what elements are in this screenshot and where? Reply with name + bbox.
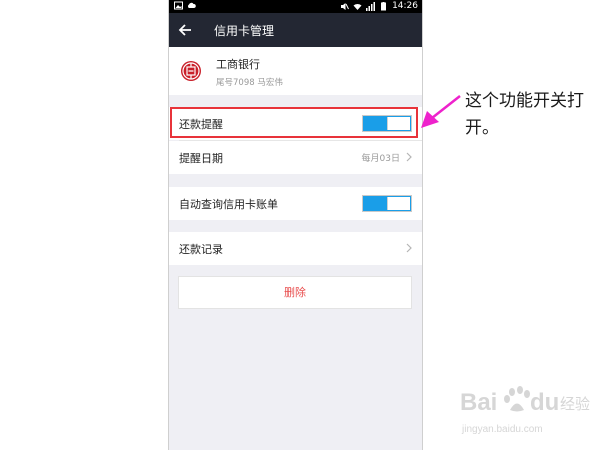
wifi-icon <box>353 3 362 10</box>
reminder-date-label: 提醒日期 <box>179 152 223 165</box>
bank-card-info: 工商银行 尾号7098 马宏伟 <box>169 47 422 95</box>
bank-name: 工商银行 <box>216 58 260 71</box>
toggle-knob <box>387 117 410 130</box>
repayment-records-row[interactable]: 还款记录 <box>169 232 422 265</box>
baidu-jingyan-watermark: Bai du 经验 jingyan.baidu.com <box>460 386 590 435</box>
back-arrow-icon[interactable] <box>178 21 192 39</box>
delete-button[interactable]: 删除 <box>178 276 412 309</box>
repayment-records-label: 还款记录 <box>179 243 223 256</box>
auto-query-row[interactable]: 自动查询信用卡账单 <box>169 187 422 220</box>
annotation-text: 这个功能开关打开。 <box>465 91 584 138</box>
repayment-reminder-label: 还款提醒 <box>179 118 223 131</box>
reminder-date-row[interactable]: 提醒日期 每月03日 <box>169 141 422 174</box>
icbc-logo-icon <box>181 61 201 81</box>
repayment-reminder-toggle[interactable] <box>362 115 412 132</box>
page-title: 信用卡管理 <box>214 24 275 38</box>
repayment-reminder-row[interactable]: 还款提醒 <box>169 107 422 140</box>
annotation-arrow-icon <box>421 95 461 128</box>
auto-query-label: 自动查询信用卡账单 <box>179 198 278 211</box>
card-detail: 尾号7098 马宏伟 <box>216 78 283 88</box>
auto-query-toggle[interactable] <box>362 195 412 212</box>
title-bar: 信用卡管理 <box>169 13 422 47</box>
signal-icon <box>366 1 376 11</box>
watermark-url: jingyan.baidu.com <box>461 424 543 435</box>
status-bar: 14:26 <box>169 0 422 13</box>
chevron-right-icon <box>406 152 412 162</box>
reminder-date-value: 每月03日 <box>361 154 400 164</box>
mute-icon <box>341 2 350 10</box>
battery-icon <box>381 1 387 10</box>
toggle-knob <box>387 197 410 210</box>
svg-text:经验: 经验 <box>560 395 590 413</box>
svg-text:Bai: Bai <box>460 389 497 416</box>
image-notification-icon <box>174 1 183 10</box>
status-time: 14:26 <box>392 1 418 11</box>
cloud-icon <box>187 2 196 8</box>
chevron-right-icon <box>406 243 412 253</box>
phone-screen: 14:26 信用卡管理 工商银行 尾号7098 马宏伟 还款提醒 提醒日期 每月… <box>168 0 423 450</box>
svg-text:du: du <box>530 389 559 416</box>
